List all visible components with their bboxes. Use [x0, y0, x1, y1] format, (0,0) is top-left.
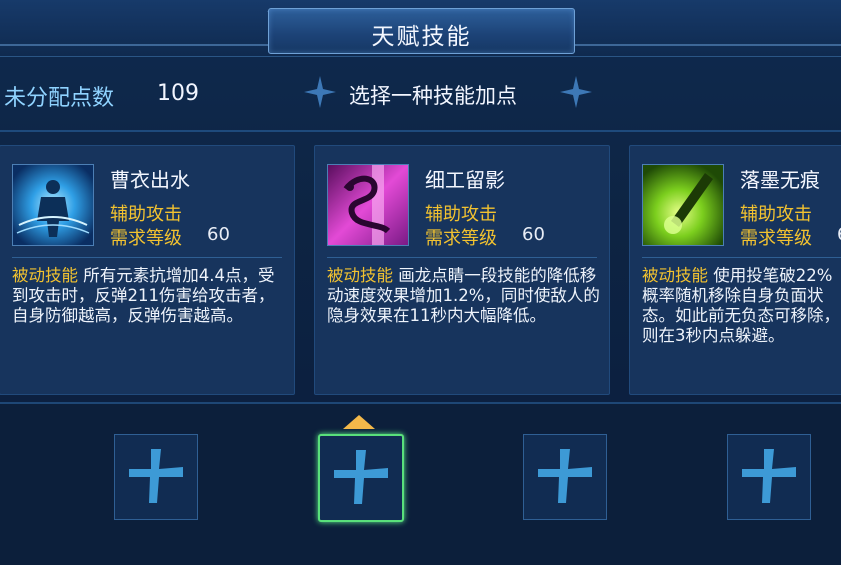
- unallocated-points-label: 未分配点数: [4, 86, 115, 111]
- title-plate: 天赋技能: [268, 8, 575, 54]
- skill-description: 被动技能 画龙点睛一段技能的降低移动速度效果增加1.2%，同时使敌人的隐身效果在…: [327, 266, 601, 326]
- skill-card-3[interactable]: 落墨无痕 辅助攻击 需求等级 60 被动技能 使用投笔破22%概率随机移除自身负…: [629, 145, 841, 395]
- required-level-label: 需求等级: [740, 228, 812, 249]
- skill-description: 被动技能 所有元素抗增加4.4点，受到攻击时，反弹211伤害给攻击者，自身防御越…: [12, 266, 286, 326]
- page-title: 天赋技能: [371, 24, 472, 50]
- blue-aura-figure-icon: [12, 164, 94, 246]
- passive-skill-tag: 被动技能: [642, 266, 708, 285]
- left-sparkle-icon: [304, 76, 336, 108]
- required-level-value: 60: [837, 224, 841, 245]
- required-level-label: 需求等级: [110, 228, 182, 249]
- skill-slot-bar: [0, 402, 841, 565]
- purple-dragon-icon: [327, 164, 409, 246]
- card-divider: [12, 257, 282, 258]
- skill-type: 辅助攻击: [425, 204, 497, 225]
- passive-skill-tag: 被动技能: [327, 266, 393, 285]
- skill-name: 落墨无痕: [740, 168, 820, 192]
- skill-type: 辅助攻击: [110, 204, 182, 225]
- passive-skill-tag: 被动技能: [12, 266, 78, 285]
- plus-icon: [742, 449, 796, 503]
- choose-skill-hint: 选择一种技能加点: [349, 84, 517, 108]
- skill-slot-4[interactable]: [727, 434, 811, 520]
- skill-name: 曹衣出水: [110, 168, 190, 192]
- title-bar: 天赋技能: [0, 0, 841, 57]
- plus-icon: [538, 449, 592, 503]
- plus-icon: [129, 449, 183, 503]
- skill-slot-1[interactable]: [114, 434, 198, 520]
- skill-slot-2[interactable]: [318, 434, 404, 522]
- card-divider: [327, 257, 597, 258]
- skill-card-2[interactable]: 细工留影 辅助攻击 需求等级 60 被动技能 画龙点睛一段技能的降低移动速度效果…: [314, 145, 610, 395]
- required-level-value: 60: [522, 224, 545, 245]
- skill-card-1[interactable]: 曹衣出水 辅助攻击 需求等级 60 被动技能 所有元素抗增加4.4点，受到攻击时…: [0, 145, 295, 395]
- skill-description: 被动技能 使用投笔破22%概率随机移除自身负面状态。如此前无负态可移除，则在3秒…: [642, 266, 841, 346]
- card-divider: [642, 257, 841, 258]
- right-sparkle-icon: [560, 76, 592, 108]
- required-level-label: 需求等级: [425, 228, 497, 249]
- selected-slot-arrow-icon: [343, 415, 375, 429]
- skill-name: 细工留影: [425, 168, 505, 192]
- info-divider: [0, 130, 841, 132]
- required-level-value: 60: [207, 224, 230, 245]
- plus-icon: [334, 450, 388, 504]
- skill-slot-3[interactable]: [523, 434, 607, 520]
- unallocated-points-value: 109: [157, 81, 199, 106]
- skill-type: 辅助攻击: [740, 204, 812, 225]
- info-row: 未分配点数 109 选择一种技能加点: [0, 58, 841, 130]
- green-brush-icon: [642, 164, 724, 246]
